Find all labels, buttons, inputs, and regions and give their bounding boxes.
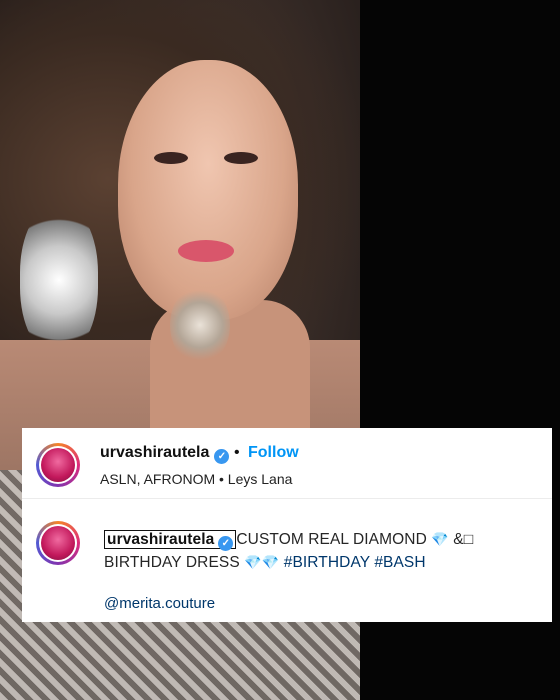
photo-lips <box>178 240 234 262</box>
photo-eye-left <box>154 152 188 164</box>
photo-face <box>118 60 298 320</box>
photo-eye-right <box>224 152 258 164</box>
caption-username-label: urvashirautela <box>107 531 215 548</box>
post-username[interactable]: urvashirautela ✓ <box>100 444 230 464</box>
verified-badge-icon: ✓ <box>218 536 234 551</box>
diamond-icon: 💎 <box>244 554 262 570</box>
post-audio-info[interactable]: ASLN, AFRONOM • Leys Lana <box>100 471 292 487</box>
divider <box>22 498 552 499</box>
mention-link[interactable]: @merita.couture <box>104 595 215 612</box>
verified-badge-icon: ✓ <box>214 449 230 464</box>
caption-text-1: CUSTOM REAL DIAMOND <box>236 531 427 548</box>
diamond-icon: 💎 <box>261 554 280 570</box>
photo-earring-right <box>170 285 230 365</box>
post-stage: urvashirautela ✓ • Follow ASLN, AFRONOM •… <box>0 0 560 700</box>
caption-username[interactable]: urvashirautela ✓ <box>104 530 237 551</box>
post-header: urvashirautela ✓ • Follow ASLN, AFRONOM •… <box>22 428 552 498</box>
photo-earring-left <box>20 205 98 355</box>
post-info-card: urvashirautela ✓ • Follow ASLN, AFRONOM •… <box>22 428 552 622</box>
avatar-image <box>41 448 75 482</box>
post-username-label: urvashirautela <box>100 444 210 461</box>
caption-avatar[interactable] <box>36 521 80 565</box>
follow-button[interactable]: Follow <box>248 444 299 462</box>
hashtag-bash[interactable]: #BASH <box>374 554 425 571</box>
avatar-image <box>41 526 75 560</box>
post-caption: urvashirautela ✓ CUSTOM REAL DIAMOND 💎 &□ … <box>104 528 544 574</box>
diamond-icon: 💎 <box>431 531 449 547</box>
avatar[interactable] <box>36 443 80 487</box>
separator-dot: • <box>234 444 240 461</box>
hashtag-birthday[interactable]: #BIRTHDAY <box>284 554 370 571</box>
